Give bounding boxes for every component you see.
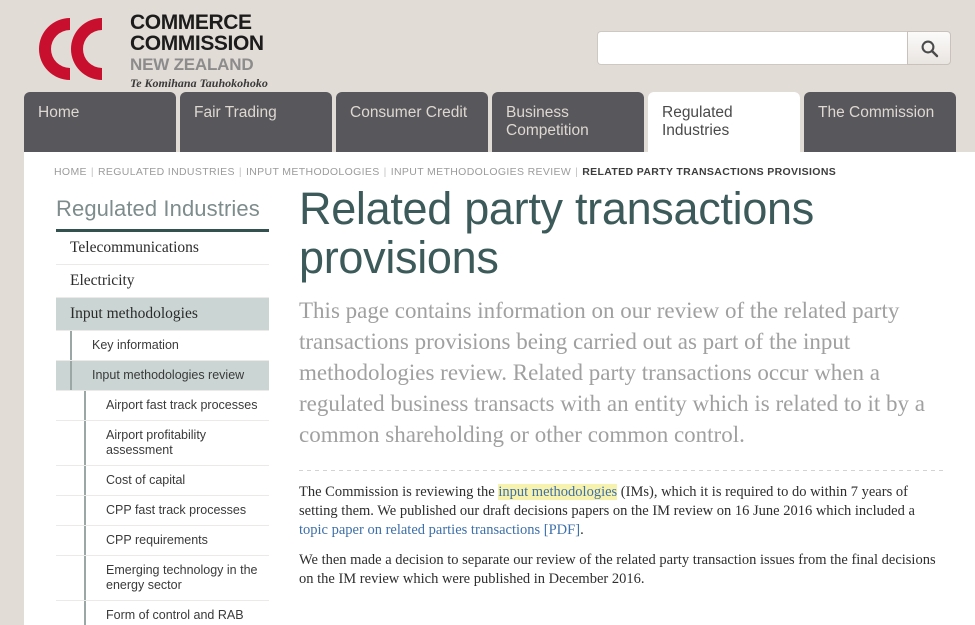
logo-line-commission: COMMISSION: [130, 32, 264, 55]
sidebar-item-telecommunications[interactable]: Telecommunications: [56, 232, 269, 265]
sidebar-item-emerging-technology-in-the-energy-sector[interactable]: Emerging technology in the energy sector: [56, 556, 269, 601]
logo-line-commerce: COMMERCE: [130, 11, 252, 34]
sidebar-item-label: CPP fast track processes: [84, 496, 269, 525]
sidebar-item-label: Telecommunications: [70, 239, 199, 256]
sidebar-item-cpp-fast-track-processes[interactable]: CPP fast track processes: [56, 496, 269, 526]
sidebar-item-electricity[interactable]: Electricity: [56, 265, 269, 298]
search-button[interactable]: [907, 31, 951, 65]
intro-paragraph: This page contains information on our re…: [299, 298, 925, 447]
tab-label: The Commission: [818, 104, 935, 121]
tab-consumer-credit[interactable]: Consumer Credit: [336, 92, 488, 152]
main-article: Related party transactions provisions Th…: [269, 178, 975, 625]
double-c-logo-icon: [38, 17, 102, 80]
body-paragraph-2: We then made a decision to separate our …: [299, 552, 936, 587]
tab-label: Fair Trading: [194, 104, 277, 121]
tab-regulated-industries[interactable]: Regulated Industries: [648, 92, 800, 152]
breadcrumb-item[interactable]: REGULATED INDUSTRIES: [98, 166, 235, 178]
sidebar-item-label: Airport profitability assessment: [84, 421, 269, 465]
topic-paper-pdf-link[interactable]: topic paper on related parties transacti…: [299, 522, 580, 538]
sidebar-item-key-information[interactable]: Key information: [56, 331, 269, 361]
site-logo[interactable]: COMMERCE COMMISSION NEW ZEALAND Te Komih…: [28, 8, 268, 90]
breadcrumb-separator: |: [238, 166, 242, 178]
search-icon: [921, 40, 938, 57]
sidebar-item-airport-fast-track-processes[interactable]: Airport fast track processes: [56, 391, 269, 421]
breadcrumb-item[interactable]: INPUT METHODOLOGIES REVIEW: [391, 166, 571, 178]
sidebar-item-label: Input methodologies review: [70, 361, 269, 390]
content-panel: HOME | REGULATED INDUSTRIES | INPUT METHODOL…: [24, 152, 975, 625]
content-columns: Regulated Industries Telecommunications E…: [24, 178, 975, 625]
site-search: [597, 31, 951, 65]
body-paragraph-1: The Commission is reviewing the input me…: [299, 483, 947, 540]
tab-home[interactable]: Home: [24, 92, 176, 152]
sidebar-item-cpp-requirements[interactable]: CPP requirements: [56, 526, 269, 556]
tab-label: Home: [38, 104, 80, 121]
breadcrumb: HOME | REGULATED INDUSTRIES | INPUT METHODOL…: [24, 152, 975, 178]
sidebar-nav-list: Telecommunications Electricity Input metho…: [56, 232, 269, 625]
sidebar-item-label: Cost of capital: [84, 466, 269, 495]
sidebar-item-form-of-control-and-rab[interactable]: Form of control and RAB: [56, 601, 269, 625]
tab-business-competition[interactable]: Business Competition: [492, 92, 644, 152]
breadcrumb-separator: |: [90, 166, 94, 178]
sidebar-item-label: Airport fast track processes: [84, 391, 269, 420]
sidebar-item-label: Emerging technology in the energy sector: [84, 556, 269, 600]
page-title: Related party transactions provisions: [299, 183, 814, 283]
tab-label: Business Competition: [506, 104, 589, 139]
sidebar-item-input-methodologies[interactable]: Input methodologies: [56, 298, 269, 331]
input-methodologies-link[interactable]: input methodologies: [498, 484, 618, 500]
sidebar-item-label: Electricity: [70, 272, 135, 289]
breadcrumb-item: RELATED PARTY TRANSACTIONS PROVISIONS: [582, 166, 837, 178]
tab-the-commission[interactable]: The Commission: [804, 92, 956, 152]
section-divider: [299, 470, 947, 471]
breadcrumb-separator: |: [575, 166, 579, 178]
breadcrumb-item[interactable]: INPUT METHODOLOGIES: [246, 166, 380, 178]
p1-text-tail: .: [580, 522, 584, 538]
sidebar-item-label: Form of control and RAB: [84, 601, 269, 625]
sidebar-item-airport-profitability-assessment[interactable]: Airport profitability assessment: [56, 421, 269, 466]
sidebar-item-label: CPP requirements: [84, 526, 269, 555]
tab-fair-trading[interactable]: Fair Trading: [180, 92, 332, 152]
sidebar-item-cost-of-capital[interactable]: Cost of capital: [56, 466, 269, 496]
logo-line-new-zealand: NEW ZEALAND: [130, 55, 254, 74]
sidebar-title: Regulated Industries: [56, 196, 260, 221]
sidebar: Regulated Industries Telecommunications E…: [24, 178, 269, 625]
sidebar-item-label: Input methodologies: [70, 305, 198, 322]
site-header: COMMERCE COMMISSION NEW ZEALAND Te Komih…: [0, 0, 975, 90]
p1-text-before: The Commission is reviewing the: [299, 484, 499, 500]
tab-label: Consumer Credit: [350, 104, 468, 121]
sidebar-item-input-methodologies-review[interactable]: Input methodologies review: [56, 361, 269, 391]
breadcrumb-separator: |: [383, 166, 387, 178]
breadcrumb-item[interactable]: HOME: [54, 166, 87, 178]
search-input[interactable]: [597, 31, 907, 65]
tab-label: Regulated Industries: [662, 104, 733, 139]
main-nav-tabs: Home Fair Trading Consumer Credit Business …: [0, 88, 975, 152]
sidebar-item-label: Key information: [70, 331, 269, 360]
logo-wordmark: COMMERCE COMMISSION NEW ZEALAND Te Komih…: [130, 8, 268, 90]
